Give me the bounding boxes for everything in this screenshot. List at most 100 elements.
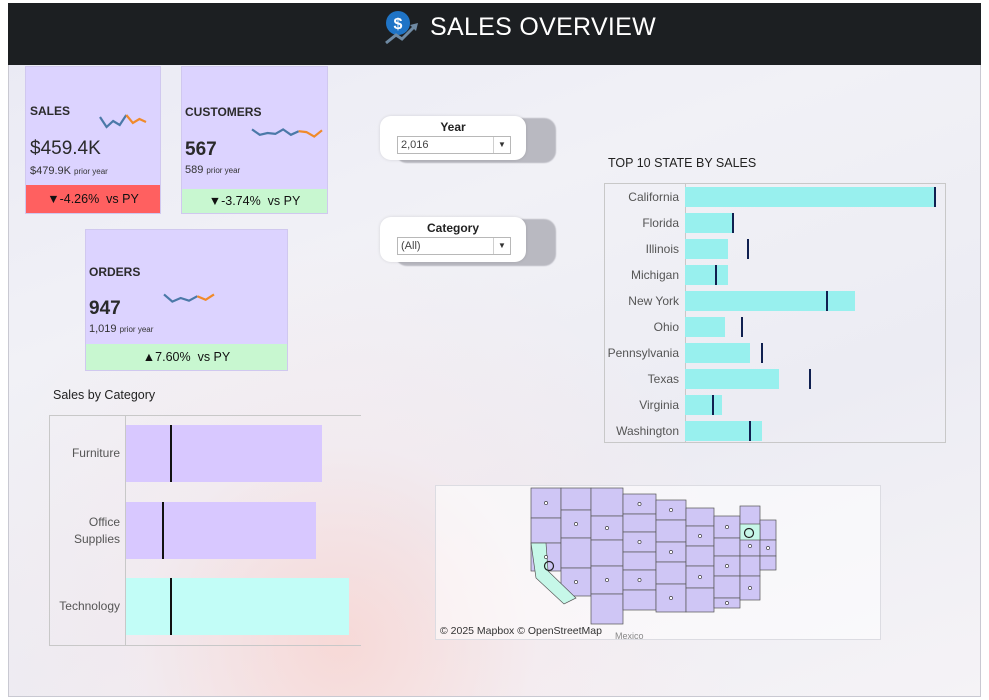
- map-marker-dot[interactable]: [544, 555, 548, 559]
- state-bar[interactable]: [685, 213, 734, 233]
- sales-map[interactable]: [435, 485, 881, 640]
- map-state-shape[interactable]: [713, 537, 741, 557]
- kpi-prior: 1,019 prior year: [89, 323, 154, 335]
- category-label: Technology: [59, 599, 120, 613]
- svg-text:$: $: [394, 16, 403, 33]
- map-state-shape[interactable]: [560, 487, 592, 511]
- map-state-shape[interactable]: [622, 589, 657, 611]
- kpi-value: 567: [185, 139, 217, 160]
- state-reference-line: [760, 343, 763, 363]
- selected-value: (All): [401, 240, 421, 252]
- category-bar[interactable]: [126, 578, 349, 635]
- map-marker-dot[interactable]: [725, 601, 729, 605]
- state-label: Michigan: [630, 268, 679, 282]
- state-bar[interactable]: [685, 239, 728, 259]
- kpi-label: SALES: [30, 104, 71, 118]
- sparkline-segment-current: [251, 128, 300, 137]
- state-label: Ohio: [653, 320, 679, 334]
- state-reference-line: [826, 291, 829, 311]
- kpi-delta-badge: ▼-4.26% vs PY: [26, 185, 160, 213]
- dollar-trend-icon: $: [385, 11, 418, 45]
- filter-year: Year 2,016 ▼: [380, 116, 526, 160]
- kpi-prior: $479.9K prior year: [30, 165, 108, 177]
- category-reference-line: [170, 425, 172, 482]
- map-state-shape[interactable]: [713, 575, 741, 599]
- map-marker-dot[interactable]: [544, 501, 548, 505]
- sparkline-orders: [163, 293, 215, 303]
- map-state-shape[interactable]: [590, 487, 624, 517]
- sparkline-segment-recent: [125, 114, 147, 125]
- state-label: New York: [628, 294, 679, 308]
- kpi-card-orders: ORDERS 947 1,019 prior year ▲7.60% vs PY: [85, 229, 288, 371]
- map-marker-dot[interactable]: [605, 578, 609, 582]
- state-bar[interactable]: [685, 265, 728, 285]
- state-label: Texas: [647, 372, 679, 386]
- filter-category: Category (All) ▼: [380, 217, 526, 262]
- map-state-shape[interactable]: [655, 519, 687, 543]
- state-reference-line: [746, 239, 749, 259]
- state-bar[interactable]: [685, 369, 779, 389]
- state-reference-line: [712, 395, 715, 415]
- us-map[interactable]: [436, 486, 882, 641]
- kpi-card-customers: CUSTOMERS 567 589 prior year ▼-3.74% vs …: [181, 66, 328, 214]
- category-label: Office Supplies: [73, 515, 120, 546]
- map-state-shape[interactable]: [655, 561, 687, 585]
- state-label: Florida: [642, 216, 679, 230]
- map-state-shape[interactable]: [685, 545, 715, 567]
- kpi-card-sales: SALES $459.4K $479.9K prior year ▼-4.26%…: [25, 66, 161, 214]
- map-attribution[interactable]: © 2025 Mapbox © OpenStreetMap: [440, 625, 602, 637]
- map-state-shape[interactable]: [622, 513, 657, 533]
- category-label: Furniture: [71, 446, 120, 460]
- state-reference-line: [740, 317, 743, 337]
- map-state-shape[interactable]: [560, 537, 592, 569]
- category-bar[interactable]: [126, 425, 322, 482]
- year-select[interactable]: 2,016 ▼: [397, 136, 511, 154]
- map-state-shape[interactable]: [622, 551, 657, 571]
- map-marker-dot[interactable]: [766, 546, 770, 550]
- kpi-value: $459.4K: [30, 138, 101, 159]
- map-marker-dot[interactable]: [748, 586, 752, 590]
- map-marker-dot[interactable]: [698, 534, 702, 538]
- filter-title: Category: [426, 221, 479, 235]
- sparkline-sales: [99, 114, 147, 129]
- map-marker-dot[interactable]: [637, 578, 642, 582]
- map-state-shape[interactable]: [759, 519, 777, 541]
- map-marker-dot[interactable]: [574, 580, 578, 584]
- map-state-shape[interactable]: [590, 593, 624, 625]
- map-marker-dot[interactable]: [725, 564, 729, 568]
- map-state-shape[interactable]: [685, 587, 715, 613]
- map-state-shape[interactable]: [739, 555, 761, 577]
- sparkline-segment-recent: [196, 293, 215, 302]
- map-marker-dot[interactable]: [698, 575, 702, 579]
- chevron-down-icon[interactable]: ▼: [493, 137, 510, 153]
- map-marker-dot[interactable]: [669, 596, 673, 600]
- state-bar[interactable]: [685, 291, 856, 311]
- map-marker-dot[interactable]: [669, 550, 673, 554]
- map-state-shape[interactable]: [685, 507, 715, 527]
- kpi-delta-badge: ▲7.60% vs PY: [86, 344, 287, 370]
- chevron-down-icon[interactable]: ▼: [493, 238, 510, 254]
- state-bar[interactable]: [685, 343, 751, 363]
- map-marker-dot[interactable]: [748, 544, 752, 548]
- category-bar[interactable]: [126, 502, 316, 559]
- state-label: Pennsylvania: [607, 346, 679, 360]
- state-reference-line: [934, 187, 936, 207]
- map-marker-dot[interactable]: [574, 522, 578, 526]
- state-label: Virginia: [639, 398, 679, 412]
- category-chart-title: Sales by Category: [53, 388, 156, 402]
- map-marker-dot[interactable]: [725, 525, 729, 529]
- kpi-label: CUSTOMERS: [185, 105, 262, 119]
- map-state-shape[interactable]: [590, 539, 624, 567]
- state-bar[interactable]: [685, 395, 722, 415]
- map-state-shape[interactable]: [759, 555, 777, 571]
- map-marker-dot[interactable]: [637, 540, 642, 544]
- map-marker-dot[interactable]: [669, 508, 673, 512]
- map-marker-dot[interactable]: [637, 502, 642, 506]
- state-bar[interactable]: [685, 317, 725, 337]
- state-label: Illinois: [645, 242, 679, 256]
- map-marker-dot[interactable]: [605, 526, 609, 530]
- category-select[interactable]: (All) ▼: [397, 237, 511, 255]
- kpi-value: 947: [89, 298, 121, 319]
- state-bar[interactable]: [685, 187, 935, 207]
- map-state-shape[interactable]: [530, 517, 562, 544]
